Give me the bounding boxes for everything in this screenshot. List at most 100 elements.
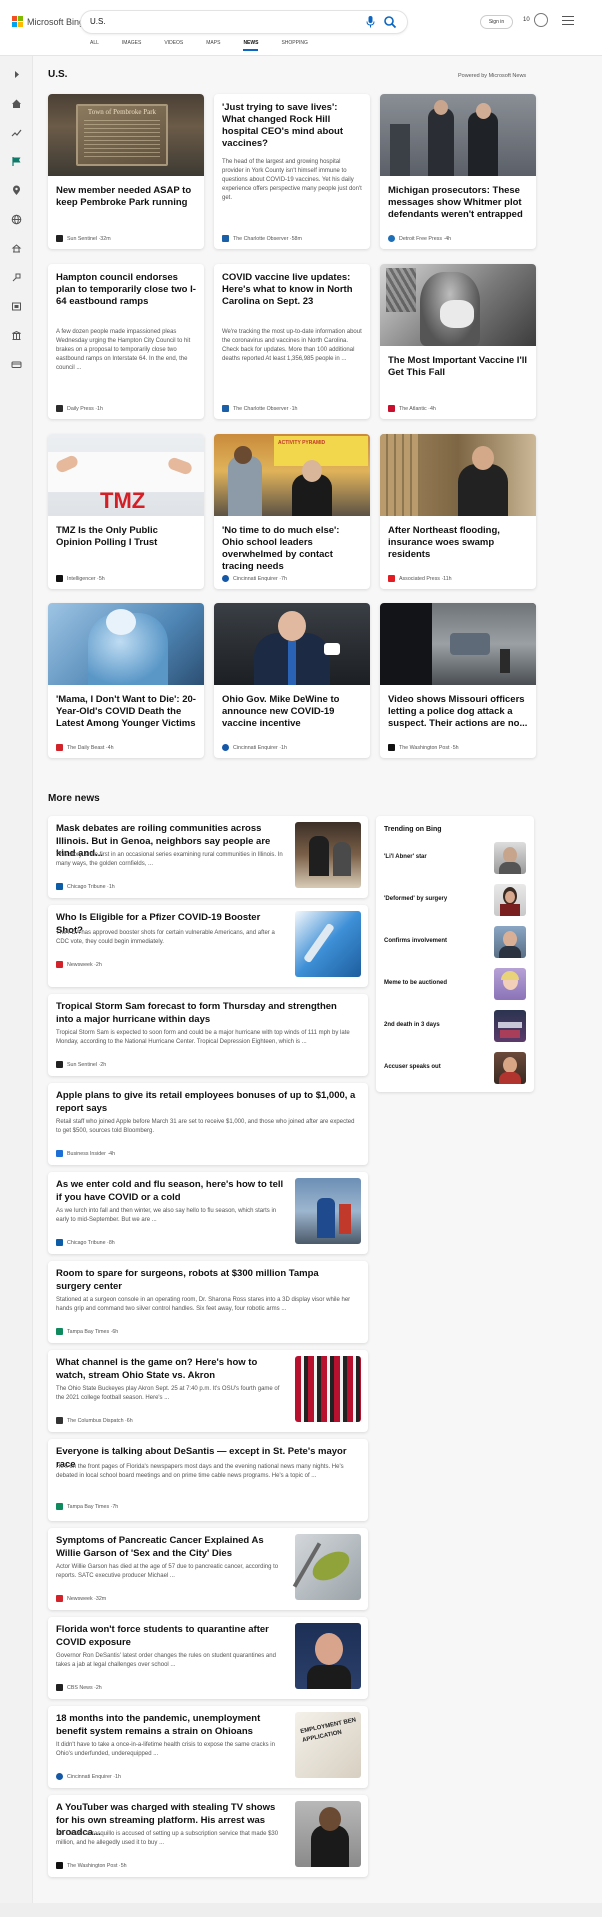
card-source: The Washington Post · 5h bbox=[388, 744, 459, 751]
expand-icon[interactable] bbox=[11, 67, 22, 78]
card-description: A few dozen people made impassioned plea… bbox=[56, 329, 191, 371]
trending-thumbnail bbox=[494, 842, 526, 874]
list-item[interactable]: Apple plans to give its retail employees… bbox=[48, 1083, 368, 1165]
news-card[interactable]: Ohio Gov. Mike DeWine to announce new CO… bbox=[214, 603, 370, 758]
item-headline[interactable]: As we enter cold and flu season, here's … bbox=[56, 1179, 286, 1204]
location-icon[interactable] bbox=[11, 183, 22, 195]
source-logo-icon bbox=[388, 575, 395, 582]
card-headline[interactable]: New member needed ASAP to keep Pembroke … bbox=[56, 185, 196, 209]
tab-shopping[interactable]: SHOPPING bbox=[281, 40, 307, 51]
entertainment-icon[interactable] bbox=[11, 299, 22, 311]
item-headline[interactable]: Symptoms of Pancreatic Cancer Explained … bbox=[56, 1535, 286, 1560]
item-source: Newsweek · 2h bbox=[56, 961, 102, 968]
news-card[interactable]: The Most Important Vaccine I'll Get This… bbox=[380, 264, 536, 419]
list-item[interactable]: A YouTuber was charged with stealing TV … bbox=[48, 1795, 368, 1877]
tab-all[interactable]: ALL bbox=[90, 40, 99, 51]
source-logo-icon bbox=[222, 405, 229, 412]
card-headline[interactable]: Michigan prosecutors: These messages sho… bbox=[388, 185, 528, 221]
news-image bbox=[380, 434, 536, 516]
item-description: Retail staff who joined Apple before Mar… bbox=[56, 1119, 355, 1134]
source-logo-icon bbox=[56, 575, 63, 582]
list-item[interactable]: As we enter cold and flu season, here's … bbox=[48, 1172, 368, 1254]
list-item[interactable]: Symptoms of Pancreatic Cancer Explained … bbox=[48, 1528, 368, 1610]
microphone-icon[interactable] bbox=[366, 16, 375, 28]
item-source: Cincinnati Enquirer · 1h bbox=[56, 1773, 121, 1780]
bing-logo[interactable]: Microsoft Bing bbox=[12, 15, 84, 28]
news-card[interactable]: ACTIVITY PYRAMID 'No time to do much els… bbox=[214, 434, 370, 589]
item-thumbnail bbox=[292, 1534, 361, 1600]
item-thumbnail bbox=[295, 1801, 361, 1867]
card-headline[interactable]: Hampton council endorses plan to tempora… bbox=[56, 272, 196, 308]
tmz-logo-text: TMZ bbox=[100, 488, 146, 513]
item-headline[interactable]: Apple plans to give its retail employees… bbox=[56, 1090, 356, 1115]
us-flag-icon[interactable] bbox=[11, 154, 22, 166]
news-card[interactable]: Video shows Missouri officers letting a … bbox=[380, 603, 536, 758]
trending-item[interactable]: Meme to be auctioned bbox=[384, 968, 526, 1002]
money-icon[interactable] bbox=[11, 357, 22, 368]
form-text: EMPLOYMENT BEN APPLICATION bbox=[299, 1717, 357, 1744]
card-headline[interactable]: 'Just trying to save lives': What change… bbox=[222, 102, 362, 150]
item-headline[interactable]: What channel is the game on? Here's how … bbox=[56, 1357, 286, 1382]
search-icon[interactable] bbox=[383, 15, 397, 29]
search-box[interactable]: U.S. bbox=[81, 11, 407, 33]
footer bbox=[0, 1903, 602, 1917]
item-headline[interactable]: Tropical Storm Sam forecast to form Thur… bbox=[56, 1001, 356, 1026]
source-logo-icon bbox=[222, 235, 229, 242]
news-card[interactable]: Town of Pembroke Park New member needed … bbox=[48, 94, 204, 249]
news-image bbox=[380, 94, 536, 176]
card-headline[interactable]: The Most Important Vaccine I'll Get This… bbox=[388, 355, 528, 379]
news-card[interactable]: After Northeast flooding, insurance woes… bbox=[380, 434, 536, 589]
sign-in-button[interactable]: Sign in bbox=[480, 15, 513, 29]
tab-videos[interactable]: VIDEOS bbox=[164, 40, 183, 51]
trending-icon[interactable] bbox=[11, 125, 22, 137]
list-item[interactable]: Who Is Eligible for a Pfizer COVID-19 Bo… bbox=[48, 905, 368, 987]
tab-maps[interactable]: MAPS bbox=[206, 40, 220, 51]
news-card[interactable]: COVID vaccine live updates: Here's what … bbox=[214, 264, 370, 419]
politics-icon[interactable] bbox=[11, 241, 22, 253]
tab-news[interactable]: NEWS bbox=[243, 40, 259, 51]
card-headline[interactable]: 'No time to do much else': Ohio school l… bbox=[222, 525, 362, 573]
world-icon[interactable] bbox=[11, 212, 22, 225]
news-card[interactable]: TMZ TMZ Is the Only Public Opinion Polli… bbox=[48, 434, 204, 589]
list-item[interactable]: Florida won't force students to quaranti… bbox=[48, 1617, 368, 1699]
home-icon[interactable] bbox=[11, 96, 22, 108]
item-headline[interactable]: 18 months into the pandemic, unemploymen… bbox=[56, 1713, 286, 1738]
card-source: Associated Press · 11h bbox=[388, 575, 452, 582]
list-item[interactable]: Tropical Storm Sam forecast to form Thur… bbox=[48, 994, 368, 1076]
news-card[interactable]: 'Just trying to save lives': What change… bbox=[214, 94, 370, 249]
list-item[interactable]: Mask debates are roiling communities acr… bbox=[48, 816, 368, 898]
list-item[interactable]: What channel is the game on? Here's how … bbox=[48, 1350, 368, 1432]
item-headline[interactable]: Florida won't force students to quaranti… bbox=[56, 1624, 286, 1649]
rewards-icon[interactable] bbox=[534, 13, 548, 27]
news-card[interactable]: Michigan prosecutors: These messages sho… bbox=[380, 94, 536, 249]
trending-item[interactable]: Accuser speaks out bbox=[384, 1052, 526, 1086]
trending-item[interactable]: Confirms involvement bbox=[384, 926, 526, 960]
trending-item[interactable]: 2nd death in 3 days bbox=[384, 1010, 526, 1044]
news-card[interactable]: Hampton council endorses plan to tempora… bbox=[48, 264, 204, 419]
business-icon[interactable] bbox=[11, 328, 22, 340]
trending-item[interactable]: 'Li'l Abner' star bbox=[384, 842, 526, 876]
news-card[interactable]: 'Mama, I Don't Want to Die': 20-Year-Old… bbox=[48, 603, 204, 758]
trending-panel: Trending on Bing 'Li'l Abner' star 'Defo… bbox=[376, 816, 534, 1092]
card-headline[interactable]: 'Mama, I Don't Want to Die': 20-Year-Old… bbox=[56, 694, 196, 730]
hamburger-menu-icon[interactable] bbox=[562, 16, 574, 28]
item-headline[interactable]: Room to spare for surgeons, robots at $3… bbox=[56, 1268, 356, 1293]
header-divider bbox=[0, 55, 602, 56]
search-input[interactable]: U.S. bbox=[90, 17, 106, 26]
item-description: Bill Omar Carrasquillo is accused of set… bbox=[56, 1831, 279, 1846]
tab-images[interactable]: IMAGES bbox=[122, 40, 141, 51]
source-logo-icon bbox=[56, 1061, 63, 1068]
card-source: The Daily Beast · 4h bbox=[56, 744, 114, 751]
card-description: The head of the largest and growing hosp… bbox=[222, 159, 362, 201]
card-headline[interactable]: COVID vaccine live updates: Here's what … bbox=[222, 272, 362, 308]
card-headline[interactable]: TMZ Is the Only Public Opinion Polling I… bbox=[56, 525, 196, 549]
card-headline[interactable]: After Northeast flooding, insurance woes… bbox=[388, 525, 528, 561]
rewards-count[interactable]: 10 bbox=[523, 17, 530, 23]
trending-item[interactable]: 'Deformed' by surgery bbox=[384, 884, 526, 918]
list-item[interactable]: 18 months into the pandemic, unemploymen… bbox=[48, 1706, 368, 1788]
technology-icon[interactable] bbox=[11, 270, 22, 282]
list-item[interactable]: Everyone is talking about DeSantis — exc… bbox=[48, 1439, 368, 1521]
list-item[interactable]: Room to spare for surgeons, robots at $3… bbox=[48, 1261, 368, 1343]
card-headline[interactable]: Ohio Gov. Mike DeWine to announce new CO… bbox=[222, 694, 362, 730]
card-headline[interactable]: Video shows Missouri officers letting a … bbox=[388, 694, 528, 730]
